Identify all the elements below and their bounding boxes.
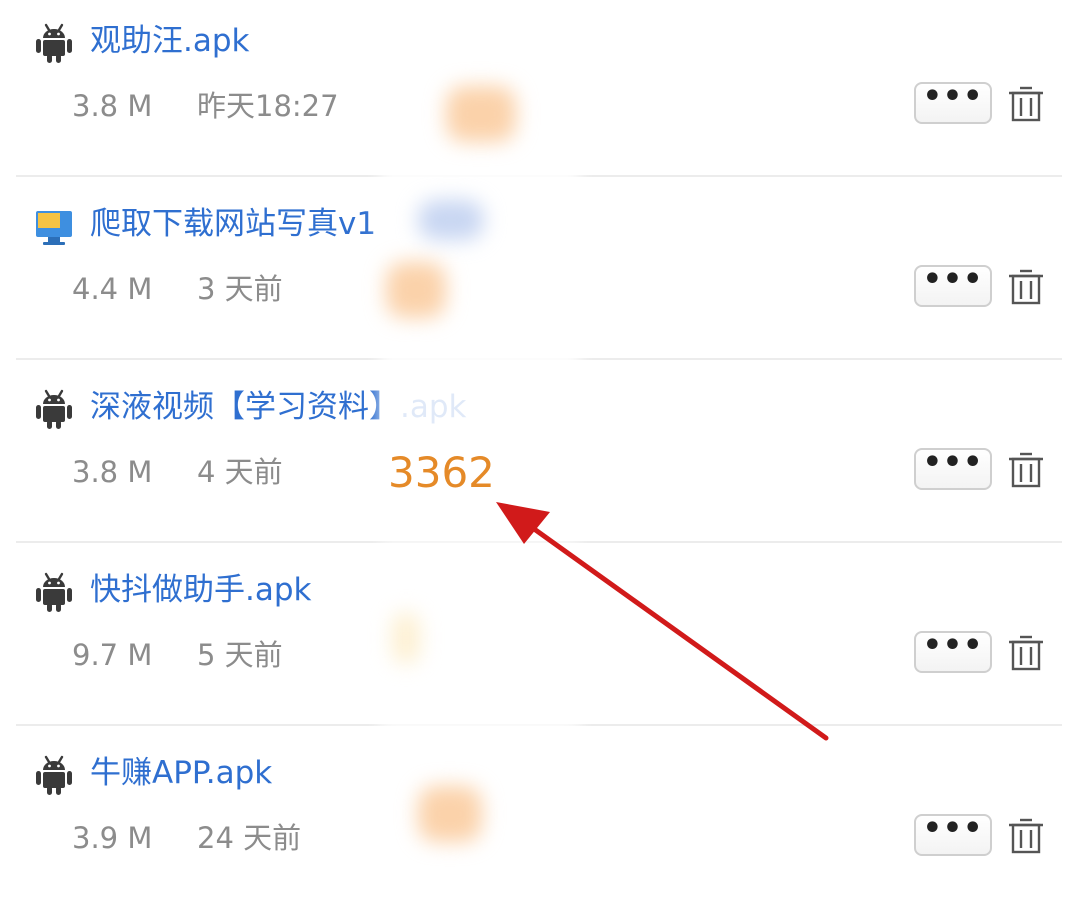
more-dots-icon: •••	[922, 627, 984, 663]
file-name[interactable]: 牛赚APP.apk	[90, 750, 272, 796]
redaction-blur	[446, 86, 516, 142]
annotation-count: 3362	[388, 448, 495, 497]
file-name[interactable]: 爬取下载网站写真v1	[90, 201, 376, 247]
trash-icon[interactable]	[1008, 818, 1044, 854]
android-icon	[36, 572, 72, 612]
more-button[interactable]: •••	[914, 810, 992, 856]
redaction-blur	[418, 200, 484, 240]
file-size: 3.9 M	[72, 821, 153, 855]
file-name[interactable]: 观助汪.apk	[90, 18, 249, 64]
file-time: 3 天前	[197, 272, 283, 306]
android-icon	[36, 23, 72, 63]
android-icon	[36, 755, 72, 795]
file-time: 昨天18:27	[197, 89, 339, 123]
file-size: 3.8 M	[72, 455, 153, 489]
more-button[interactable]: •••	[914, 261, 992, 307]
redaction-blur	[418, 786, 482, 842]
more-button[interactable]: •••	[914, 627, 992, 673]
trash-icon[interactable]	[1008, 86, 1044, 122]
redaction-blur	[386, 262, 446, 318]
more-dots-icon: •••	[922, 78, 984, 114]
more-dots-icon: •••	[922, 444, 984, 480]
file-size: 3.8 M	[72, 89, 153, 123]
more-button[interactable]: •••	[914, 78, 992, 124]
trash-icon[interactable]	[1008, 269, 1044, 305]
more-button[interactable]: •••	[914, 444, 992, 490]
file-list: 观助汪.apk 3.8 M 昨天18:27 ••• 爬取下载网站写真v1 4.4…	[0, 0, 1080, 901]
file-name[interactable]: 快抖做助手.apk	[90, 567, 311, 613]
file-size: 9.7 M	[72, 638, 153, 672]
more-dots-icon: •••	[922, 261, 984, 297]
file-time: 5 天前	[197, 638, 283, 672]
redaction-blur	[392, 612, 420, 664]
android-icon	[36, 389, 72, 429]
file-time: 4 天前	[197, 455, 283, 489]
trash-icon[interactable]	[1008, 452, 1044, 488]
file-size: 4.4 M	[72, 272, 153, 306]
file-time: 24 天前	[197, 821, 302, 855]
more-dots-icon: •••	[922, 810, 984, 846]
monitor-icon	[36, 211, 72, 245]
trash-icon[interactable]	[1008, 635, 1044, 671]
